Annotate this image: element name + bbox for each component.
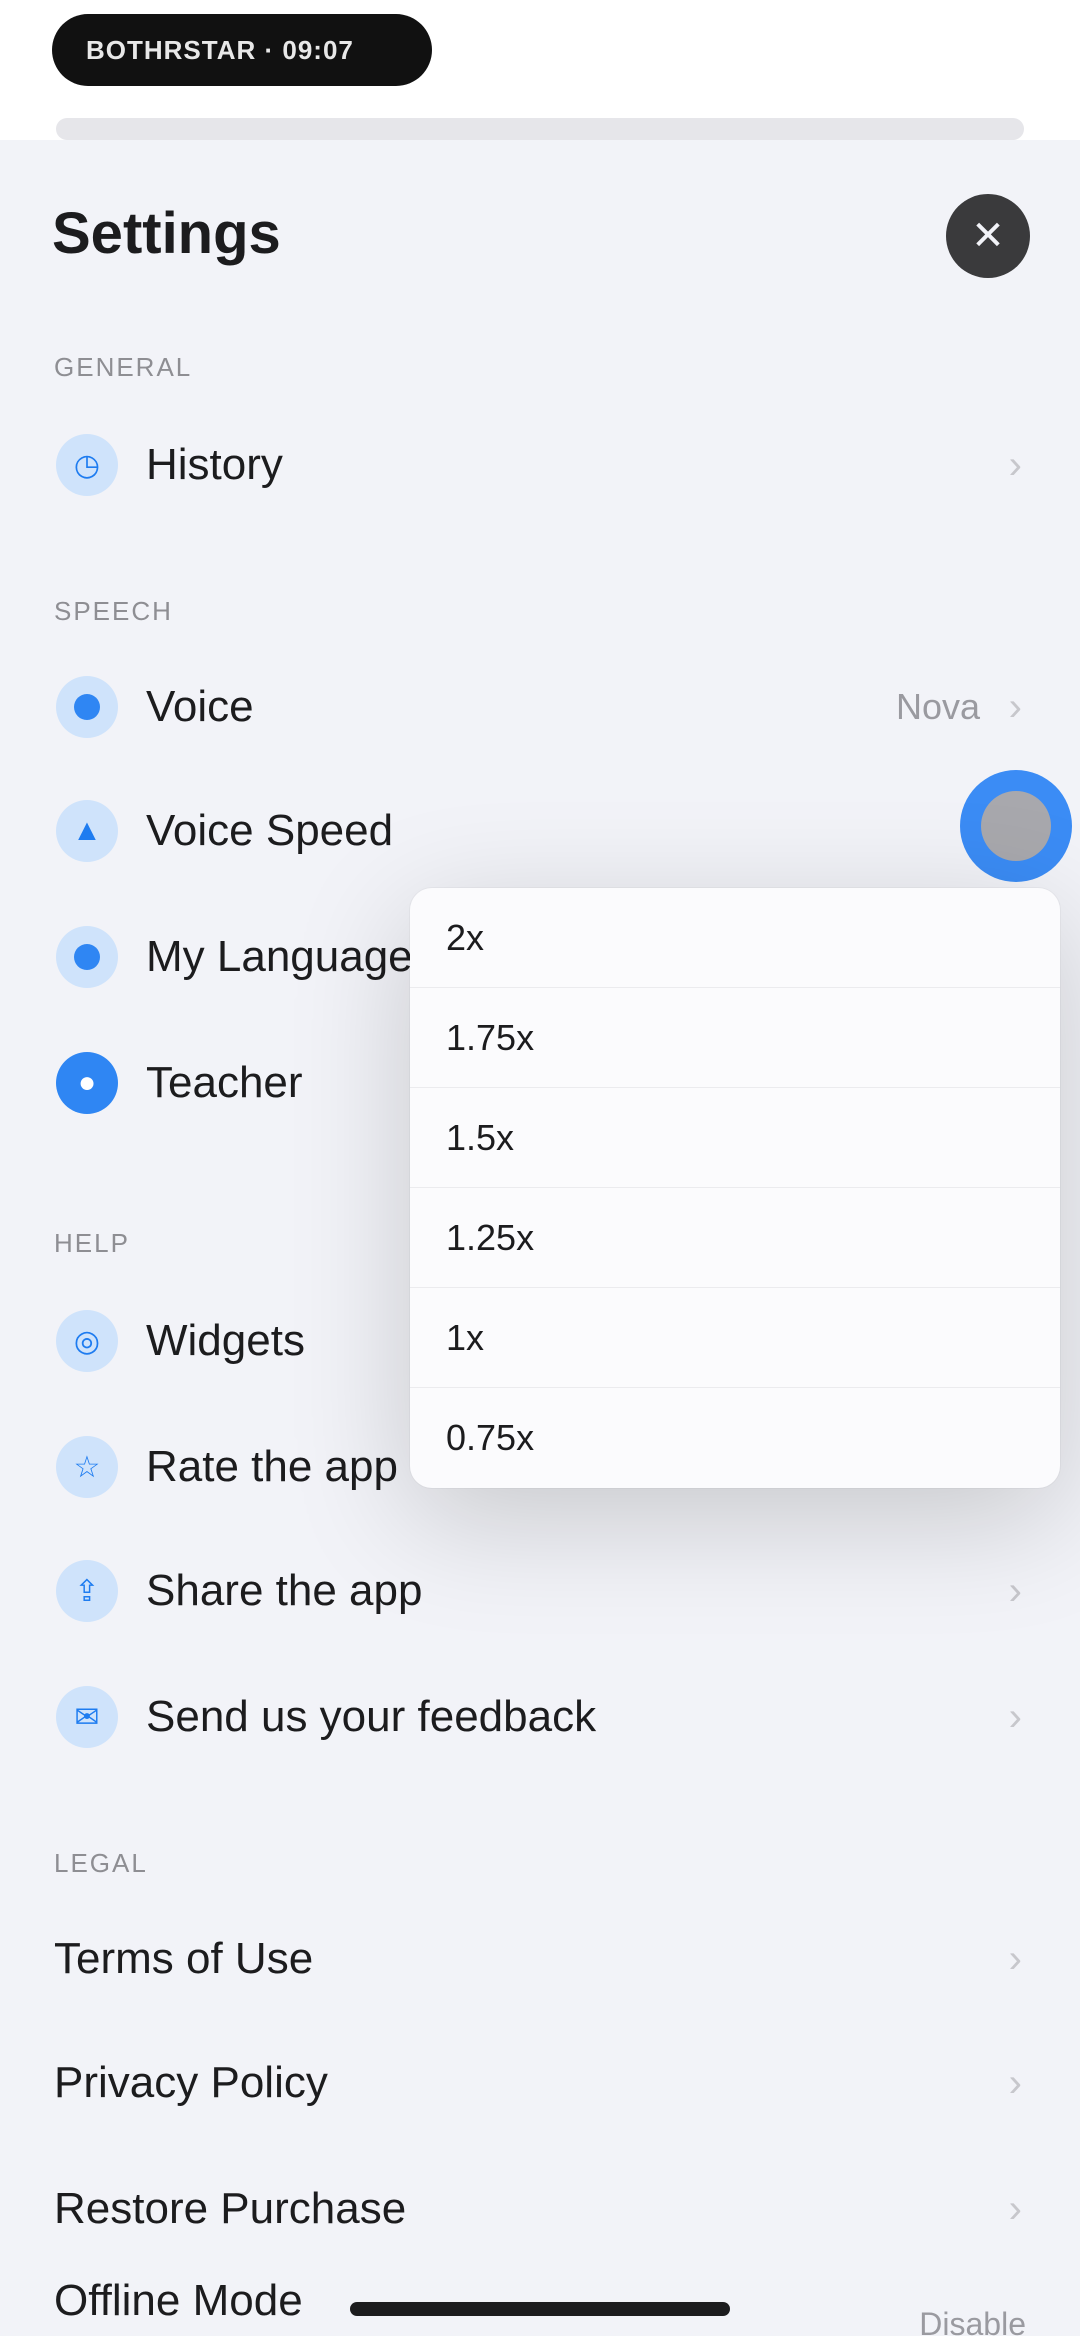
globe-icon (56, 926, 118, 988)
speed-option-2x[interactable]: 2x (410, 888, 1060, 988)
home-indicator[interactable] (350, 2302, 730, 2316)
chat-bubble-icon: ● (56, 1052, 118, 1114)
row-label: Voice Speed (146, 806, 394, 855)
chevron-right-icon: › (1008, 1568, 1022, 1613)
status-bar: BOTHRSTAR · 09:07 (0, 0, 1080, 140)
row-label: Terms of Use (54, 1934, 314, 1983)
star-icon: ☆ (56, 1436, 118, 1498)
chevron-right-icon: › (1008, 1694, 1022, 1739)
close-button[interactable]: ✕ (946, 194, 1030, 278)
settings-row-offline-mode[interactable]: Offline Mode (0, 2266, 1080, 2336)
voice-speed-menu: 2x 1.75x 1.5x 1.25x 1x 0.75x (410, 888, 1060, 1488)
chevron-right-icon: › (1008, 684, 1022, 729)
row-label: History (146, 440, 283, 489)
section-label-help: HELP (54, 1228, 130, 1258)
row-label: Share the app (146, 1566, 423, 1615)
share-icon: ⇪ (56, 1560, 118, 1622)
waveform-icon (56, 676, 118, 738)
chevron-right-icon: › (1008, 2060, 1022, 2105)
row-label: Restore Purchase (54, 2184, 407, 2233)
section-label-speech: SPEECH (54, 596, 173, 626)
row-label: Rate the app (146, 1442, 398, 1491)
row-label: Offline Mode (54, 2276, 303, 2325)
settings-row-voice-speed[interactable]: ▲ Voice Speed (0, 776, 1080, 886)
mail-icon: ✉ (56, 1686, 118, 1748)
widget-icon: ◎ (56, 1310, 118, 1372)
chevron-right-icon: › (1008, 442, 1022, 487)
settings-row-share-app[interactable]: ⇪ Share the app › (0, 1536, 1080, 1646)
settings-row-privacy[interactable]: Privacy Policy › (0, 2028, 1080, 2138)
chevron-right-icon: › (1008, 2186, 1022, 2231)
settings-row-restore[interactable]: Restore Purchase › (0, 2154, 1080, 2264)
speed-option-1-75x[interactable]: 1.75x (410, 988, 1060, 1088)
speed-option-1-5x[interactable]: 1.5x (410, 1088, 1060, 1188)
row-label: Send us your feedback (146, 1692, 597, 1741)
section-label-legal: LEGAL (54, 1848, 148, 1878)
section-label-general: GENERAL (54, 352, 193, 382)
settings-row-voice[interactable]: Voice Nova › (0, 652, 1080, 762)
speed-icon: ▲ (56, 800, 118, 862)
row-label: Privacy Policy (54, 2058, 328, 2107)
speed-option-1-25x[interactable]: 1.25x (410, 1188, 1060, 1288)
close-icon: ✕ (971, 214, 1005, 258)
speed-option-1x[interactable]: 1x (410, 1288, 1060, 1388)
chevron-right-icon: › (1008, 1936, 1022, 1981)
voice-speed-button[interactable] (960, 770, 1072, 882)
row-label: My Language (146, 932, 413, 981)
settings-row-feedback[interactable]: ✉ Send us your feedback › (0, 1662, 1080, 1772)
row-label: Teacher (146, 1058, 303, 1107)
sheet-grabber[interactable] (56, 118, 1024, 140)
offline-mode-value: Disable (919, 2306, 1026, 2336)
dynamic-island: BOTHRSTAR · 09:07 (52, 14, 432, 86)
row-label: Voice (146, 682, 254, 731)
speed-knob (981, 791, 1051, 861)
row-label: Widgets (146, 1316, 305, 1365)
settings-row-history[interactable]: ◷ History › (0, 410, 1080, 520)
settings-row-terms[interactable]: Terms of Use › (0, 1904, 1080, 2014)
page-title: Settings (52, 201, 281, 266)
clock-icon: ◷ (56, 434, 118, 496)
speed-option-0-75x[interactable]: 0.75x (410, 1388, 1060, 1488)
voice-value: Nova (895, 686, 980, 727)
